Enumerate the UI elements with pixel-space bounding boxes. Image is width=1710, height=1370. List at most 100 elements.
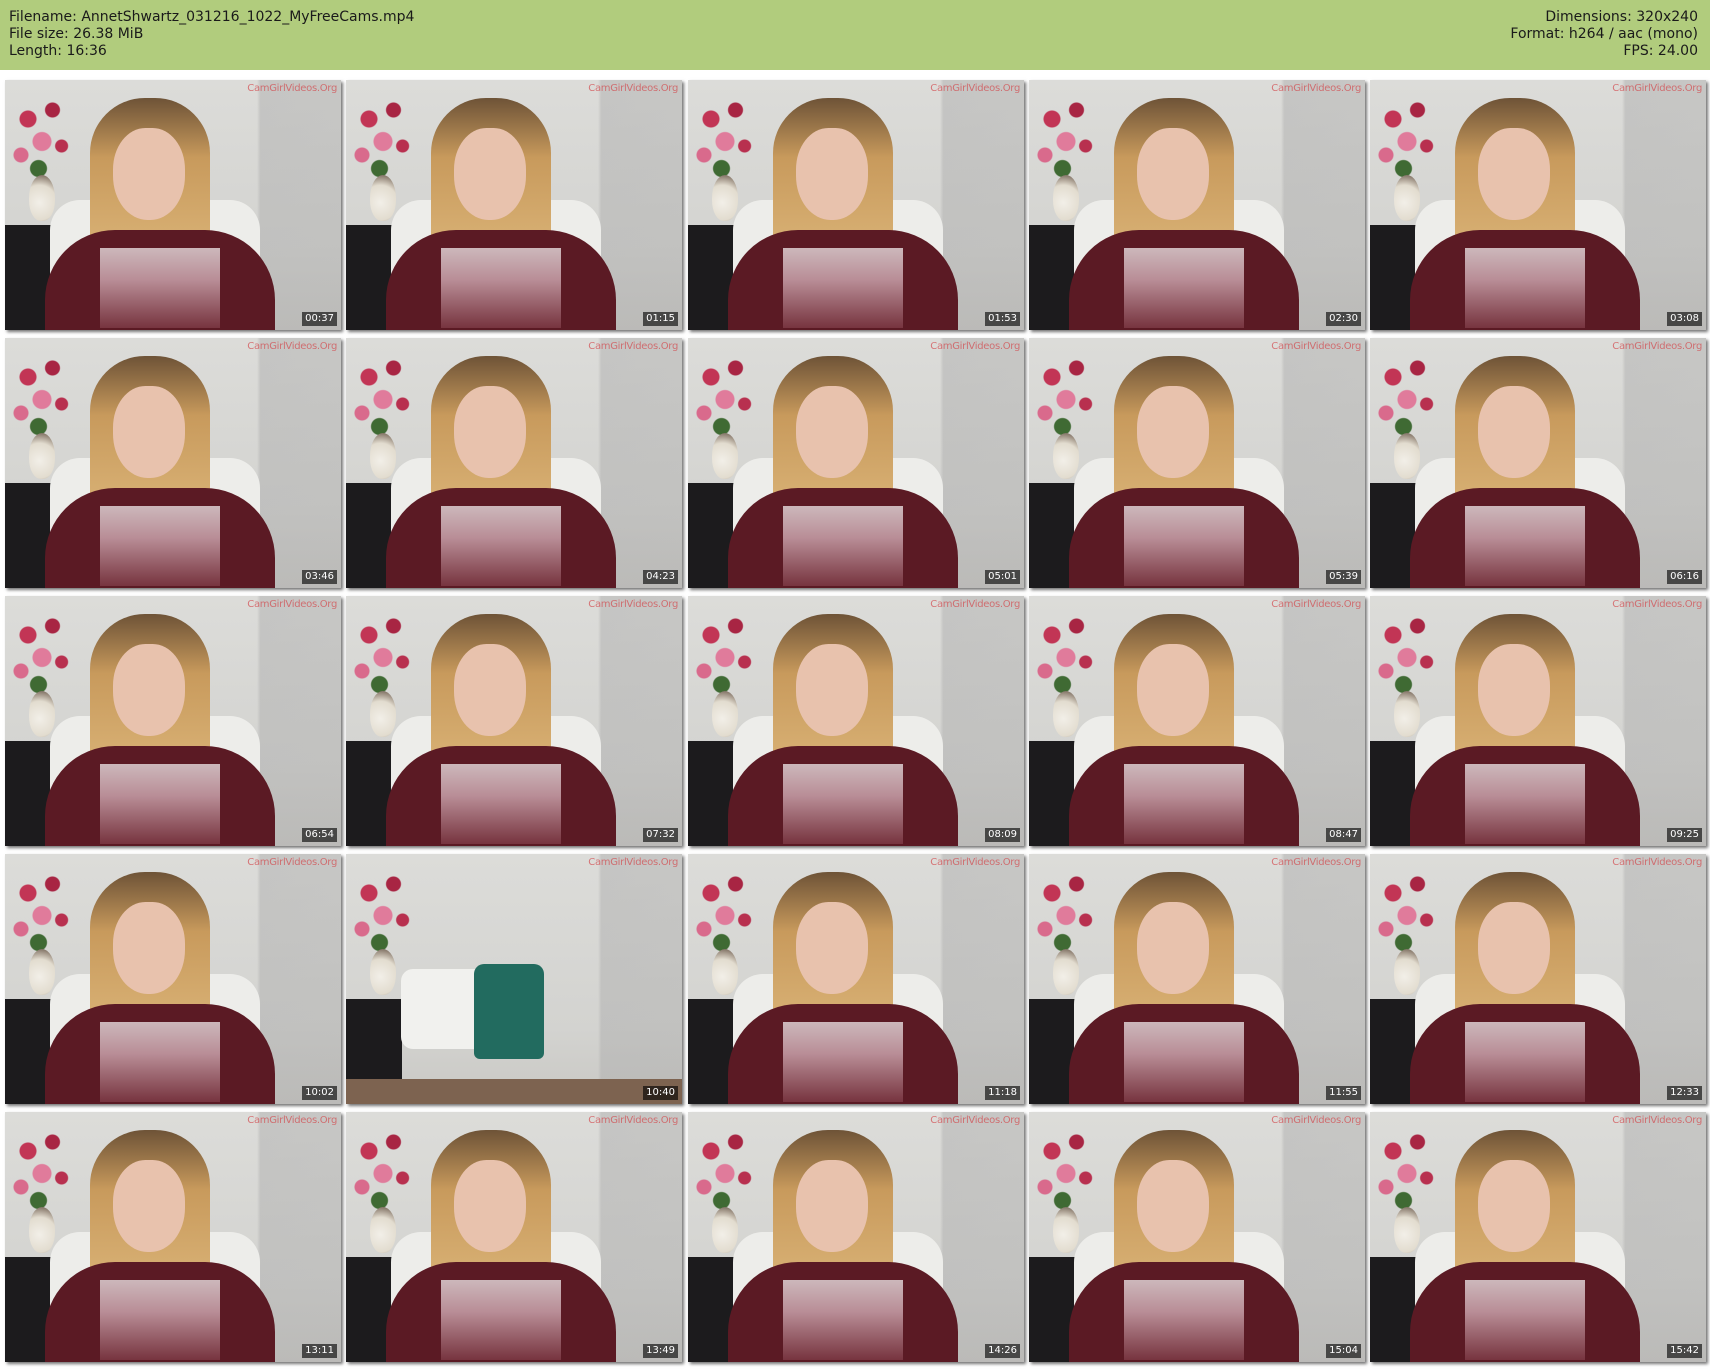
scene-flowers xyxy=(1031,866,1101,956)
video-thumbnail: CamGirlVideos.Org 05:01 xyxy=(688,338,1024,588)
scene-flowers xyxy=(348,866,418,956)
thumbnail-timestamp: 06:54 xyxy=(302,828,337,842)
scene-person-face xyxy=(796,128,868,220)
scene-shirt-print xyxy=(441,248,561,328)
video-thumbnail: CamGirlVideos.Org 06:54 xyxy=(5,596,341,846)
scene-vase xyxy=(712,433,738,479)
scene-flowers xyxy=(7,1124,77,1214)
thumbnail-timestamp: 11:55 xyxy=(1326,1086,1361,1100)
thumbnail-timestamp: 15:42 xyxy=(1667,1344,1702,1358)
scene-flowers xyxy=(1372,1124,1442,1214)
video-thumbnail: CamGirlVideos.Org 13:11 xyxy=(5,1112,341,1362)
thumbnail-timestamp: 03:08 xyxy=(1667,312,1702,326)
thumbnail-timestamp: 12:33 xyxy=(1667,1086,1702,1100)
thumbnail-timestamp: 15:04 xyxy=(1326,1344,1361,1358)
scene-flowers xyxy=(1372,350,1442,440)
scene-flowers xyxy=(348,92,418,182)
video-thumbnail: CamGirlVideos.Org 15:42 xyxy=(1370,1112,1706,1362)
scene-person-face xyxy=(1137,902,1209,994)
scene-shirt-print xyxy=(441,764,561,844)
scene-shirt-print xyxy=(441,506,561,586)
video-thumbnail: CamGirlVideos.Org 13:49 xyxy=(346,1112,682,1362)
video-thumbnail: CamGirlVideos.Org 08:47 xyxy=(1029,596,1365,846)
filesize-line: File size: 26.38 MiB xyxy=(9,26,414,43)
scene-flowers xyxy=(690,1124,760,1214)
watermark: CamGirlVideos.Org xyxy=(588,599,678,610)
scene-flowers xyxy=(7,608,77,698)
video-thumbnail: CamGirlVideos.Org 03:08 xyxy=(1370,80,1706,330)
thumbnail-timestamp: 02:30 xyxy=(1326,312,1361,326)
scene-person-face xyxy=(454,128,526,220)
scene-vase xyxy=(1394,1207,1420,1253)
scene-vase xyxy=(1394,433,1420,479)
thumbnail-timestamp: 10:02 xyxy=(302,1086,337,1100)
scene-person-face xyxy=(1478,386,1550,478)
scene-vase xyxy=(29,1207,55,1253)
scene-vase xyxy=(712,691,738,737)
scene-person-face xyxy=(454,1160,526,1252)
scene-flowers xyxy=(348,1124,418,1214)
watermark: CamGirlVideos.Org xyxy=(930,599,1020,610)
format-value: h264 / aac (mono) xyxy=(1568,26,1698,42)
thumbnail-timestamp: 09:25 xyxy=(1667,828,1702,842)
watermark: CamGirlVideos.Org xyxy=(588,1115,678,1126)
thumbnail-timestamp: 07:32 xyxy=(643,828,678,842)
scene-flowers xyxy=(1372,866,1442,956)
scene-shirt-print xyxy=(100,1022,220,1102)
scene-shirt-print xyxy=(1465,506,1585,586)
scene-shirt-print xyxy=(100,1280,220,1360)
thumbnail-timestamp: 01:53 xyxy=(985,312,1020,326)
scene-flowers xyxy=(690,866,760,956)
thumbnail-grid: CamGirlVideos.Org 00:37 CamGirlVideos.Org 0… xyxy=(5,80,1706,1365)
scene-vase xyxy=(712,949,738,995)
scene-person-face xyxy=(796,1160,868,1252)
scene-vase xyxy=(29,949,55,995)
scene-shirt-print xyxy=(1465,248,1585,328)
thumbnail-timestamp: 14:26 xyxy=(985,1344,1020,1358)
watermark: CamGirlVideos.Org xyxy=(1271,599,1361,610)
video-info-header: Filename: AnnetShwartz_031216_1022_MyFre… xyxy=(0,0,1710,70)
scene-vase xyxy=(29,691,55,737)
scene-shirt-print xyxy=(1124,506,1244,586)
video-thumbnail: CamGirlVideos.Org 05:39 xyxy=(1029,338,1365,588)
scene-person-face xyxy=(113,128,185,220)
scene-shirt-print xyxy=(1124,1022,1244,1102)
scene-shirt-print xyxy=(783,248,903,328)
video-thumbnail: CamGirlVideos.Org 11:55 xyxy=(1029,854,1365,1104)
video-thumbnail: CamGirlVideos.Org 10:40 xyxy=(346,854,682,1104)
thumbnail-timestamp: 08:09 xyxy=(985,828,1020,842)
video-thumbnail: CamGirlVideos.Org 12:33 xyxy=(1370,854,1706,1104)
video-thumbnail: CamGirlVideos.Org 01:53 xyxy=(688,80,1024,330)
scene-person-face xyxy=(1137,1160,1209,1252)
format-label: Format: xyxy=(1510,26,1565,42)
scene-vase xyxy=(370,691,396,737)
scene-shirt-print xyxy=(100,248,220,328)
scene-person-face xyxy=(454,386,526,478)
format-line: Format: h264 / aac (mono) xyxy=(1510,26,1698,43)
watermark: CamGirlVideos.Org xyxy=(1612,857,1702,868)
scene-person-face xyxy=(113,644,185,736)
scene-shirt-print xyxy=(1124,1280,1244,1360)
scene-flowers xyxy=(1031,608,1101,698)
scene-person-face xyxy=(1478,1160,1550,1252)
thumbnail-timestamp: 13:49 xyxy=(643,1344,678,1358)
watermark: CamGirlVideos.Org xyxy=(1271,83,1361,94)
scene-vase xyxy=(370,949,396,995)
filesize-label: File size: xyxy=(9,26,69,42)
watermark: CamGirlVideos.Org xyxy=(930,341,1020,352)
watermark: CamGirlVideos.Org xyxy=(247,857,337,868)
scene-person-face xyxy=(796,902,868,994)
scene-flowers xyxy=(690,608,760,698)
filename-label: Filename: xyxy=(9,9,77,25)
scene-vase xyxy=(370,433,396,479)
watermark: CamGirlVideos.Org xyxy=(930,1115,1020,1126)
thumbnail-timestamp: 04:23 xyxy=(643,570,678,584)
scene-flowers xyxy=(1372,608,1442,698)
thumbnail-timestamp: 08:47 xyxy=(1326,828,1361,842)
scene-vase xyxy=(29,175,55,221)
scene-flowers xyxy=(690,92,760,182)
scene-shirt-print xyxy=(783,506,903,586)
dimensions-label: Dimensions: xyxy=(1545,9,1632,25)
scene-person-face xyxy=(1137,644,1209,736)
watermark: CamGirlVideos.Org xyxy=(247,599,337,610)
